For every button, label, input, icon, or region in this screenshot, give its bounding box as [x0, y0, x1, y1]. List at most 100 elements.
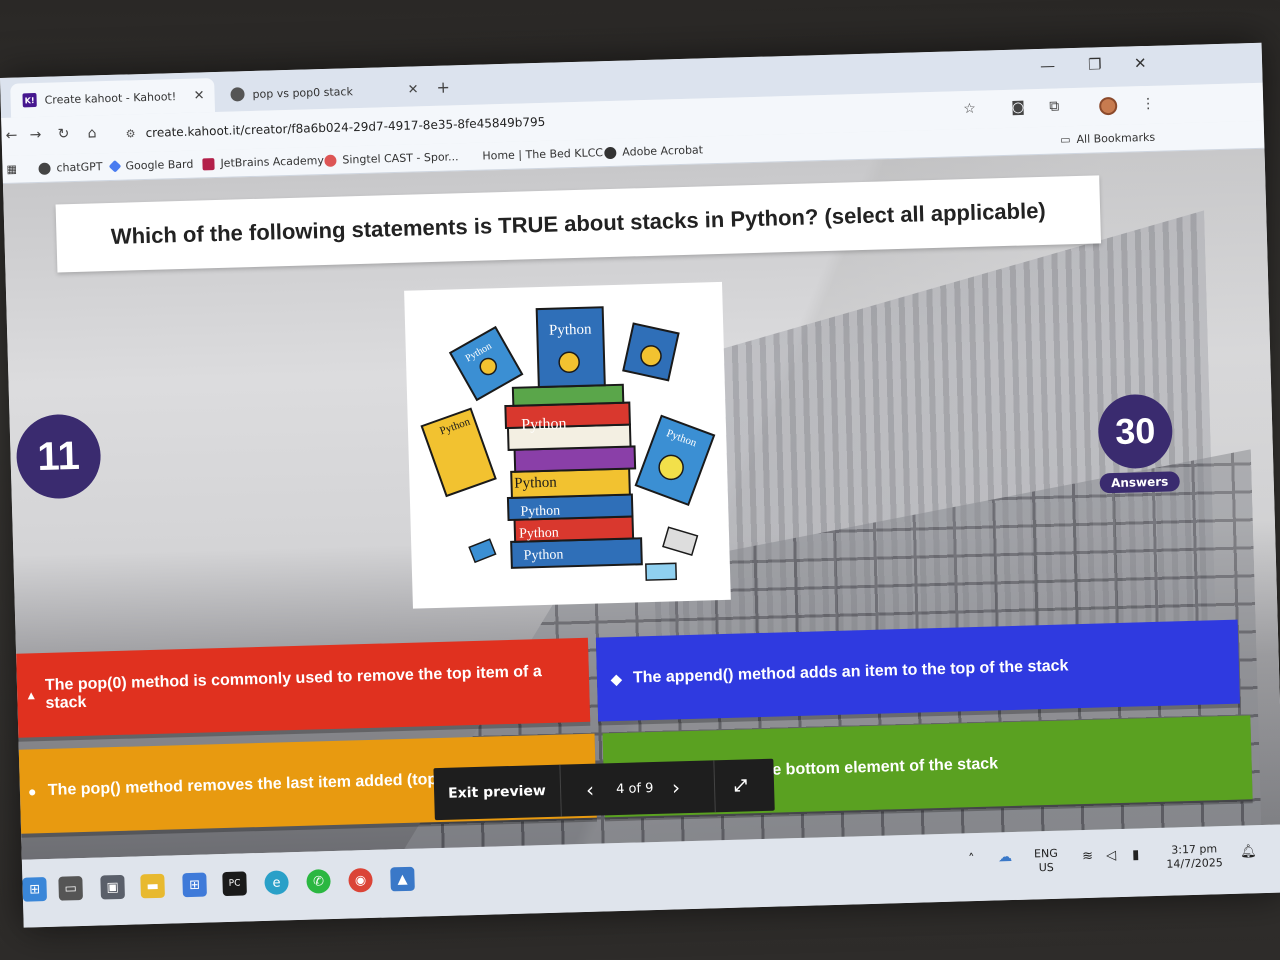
puzzle-icon[interactable]: ⧉ [1049, 98, 1059, 114]
jetbrains-icon [202, 157, 215, 170]
forward-icon[interactable]: → [29, 127, 41, 143]
fullscreen-icon[interactable]: ⤢ [734, 775, 747, 795]
region-text: US [1038, 860, 1055, 875]
battery-icon[interactable]: ▮ [1132, 847, 1140, 862]
tab-close-icon[interactable]: ✕ [407, 82, 418, 97]
url-text: create.kahoot.it/creator/f8a6b024-29d7-4… [145, 114, 546, 140]
lang-text: ENG [1033, 846, 1058, 861]
chatgpt-icon [38, 162, 51, 175]
answer-text: The append() method adds an item to the … [632, 657, 1069, 687]
kahoot-favicon-icon: K! [22, 92, 37, 108]
tray-expand-icon[interactable]: ˄ [968, 852, 975, 867]
book-label: Python [519, 526, 559, 542]
book-standing [535, 306, 606, 389]
new-tab-icon[interactable]: + [436, 77, 450, 96]
kahoot-preview-area: Which of the following statements is TRU… [2, 148, 1280, 860]
bookmark-label: JetBrains Academy [220, 153, 325, 170]
calculator-icon [662, 526, 699, 556]
bookmark-star-icon[interactable]: ☆ [963, 101, 976, 117]
ms-store-icon[interactable]: ⊞ [182, 872, 207, 898]
wifi-icon[interactable]: ≋ [1082, 849, 1093, 864]
extension-icon[interactable]: ◙ [1011, 99, 1025, 115]
store-icon[interactable]: ▣ [100, 874, 125, 900]
bookmark-label: chatGPT [56, 160, 103, 175]
bookmark-chatgpt[interactable]: chatGPT [38, 160, 103, 175]
pycharm-icon[interactable]: PC [222, 871, 247, 897]
question-title: Which of the following statements is TRU… [55, 175, 1102, 273]
book-label: Python [549, 322, 592, 339]
bookmark-label: Adobe Acrobat [622, 143, 704, 159]
book-label: Python [523, 547, 563, 563]
bookmark-google-bard[interactable]: Google Bard [108, 157, 194, 173]
slide-counter: 4 of 9 [615, 780, 654, 797]
bookmark-label: Google Bard [125, 157, 194, 173]
volume-icon[interactable]: ◁ [1106, 848, 1116, 863]
whatsapp-icon[interactable]: ✆ [306, 869, 331, 894]
circle-icon: ● [27, 783, 37, 800]
question-image: Python Python Python Python Python Pytho… [404, 281, 731, 609]
python-books-illustration: Python Python Python Python Python Pytho… [420, 306, 716, 581]
language-indicator[interactable]: ENG US [1034, 847, 1058, 876]
smiley-face-icon [658, 454, 684, 481]
restore-icon[interactable]: ❐ [1088, 55, 1102, 73]
book-label: Python [514, 475, 557, 492]
book [511, 383, 625, 407]
tab-close-icon[interactable]: ✕ [193, 88, 204, 103]
app-icon[interactable]: ▲ [390, 866, 415, 892]
diamond-icon: ◆ [610, 670, 623, 688]
apps-icon[interactable]: ▦ [6, 163, 17, 176]
folder-icon: ▭ [1059, 133, 1071, 147]
python-logo-icon [558, 351, 580, 373]
scattered-card [645, 562, 678, 581]
countdown-timer: 11 [15, 413, 102, 500]
clock[interactable]: 3:17 pm 14/7/2025 [1166, 842, 1223, 872]
exit-preview-button[interactable]: Exit preview [448, 783, 546, 802]
tab-create-kahoot[interactable]: K! Create kahoot - Kahoot! ✕ [10, 78, 216, 118]
adobe-icon [604, 146, 617, 159]
home-icon[interactable]: ⌂ [87, 125, 96, 141]
onedrive-icon[interactable]: ☁ [998, 849, 1012, 865]
chrome-icon[interactable]: ◉ [348, 867, 373, 893]
book-label: Python [520, 504, 560, 520]
tab-label: pop vs pop0 stack [252, 84, 354, 101]
bard-sparkle-icon [108, 159, 122, 173]
bookmark-label: Singtel CAST - Spor... [342, 150, 459, 167]
close-window-icon[interactable]: ✕ [1134, 54, 1147, 72]
site-info-icon[interactable]: ⚙ [125, 127, 135, 140]
prev-slide-icon[interactable]: ‹ [586, 778, 595, 802]
back-icon[interactable]: ← [5, 128, 17, 144]
reload-icon[interactable]: ↻ [57, 126, 69, 142]
minimize-icon[interactable]: — [1040, 57, 1055, 75]
date-text: 14/7/2025 [1166, 856, 1223, 871]
singtel-icon [324, 154, 337, 167]
bookmark-adobe[interactable]: Adobe Acrobat [604, 143, 703, 159]
bookmark-label: Home | The Bed KLCC [482, 146, 604, 163]
bookmark-singtel[interactable]: Singtel CAST - Spor... [324, 150, 459, 167]
bookmark-the-bed[interactable]: Home | The Bed KLCC [482, 146, 603, 162]
divider [559, 764, 562, 817]
book-label: Python [521, 415, 567, 433]
next-slide-icon[interactable]: › [672, 775, 681, 799]
file-explorer-icon[interactable]: ▬ [140, 873, 165, 899]
task-view-icon[interactable]: ▭ [58, 876, 83, 901]
start-icon[interactable]: ⊞ [22, 877, 47, 902]
preview-controls: Exit preview ‹ 4 of 9 › ⤢ [433, 758, 775, 821]
answers-label: Answers [1099, 471, 1180, 494]
scattered-card [468, 538, 497, 564]
chatgpt-favicon-icon [230, 87, 245, 102]
bookmark-jetbrains[interactable]: JetBrains Academy [202, 154, 324, 170]
all-bookmarks[interactable]: ▭ All Bookmarks [1060, 131, 1155, 147]
answer-text: The pop(0) method is commonly used to re… [44, 663, 542, 712]
answer-option-red[interactable]: ▲ The pop(0) method is commonly used to … [16, 637, 591, 738]
menu-dots-icon[interactable]: ⋮ [1141, 96, 1155, 112]
python-logo-icon [640, 345, 662, 367]
triangle-icon: ▲ [25, 688, 38, 703]
edge-icon[interactable]: e [264, 870, 289, 895]
divider [713, 760, 716, 813]
monitor-screen: K! Create kahoot - Kahoot! ✕ pop vs pop0… [0, 42, 1280, 928]
tab-label: Create kahoot - Kahoot! [44, 89, 177, 107]
notification-icon[interactable]: 🔔︎ [1240, 844, 1257, 859]
all-bookmarks-label: All Bookmarks [1076, 130, 1156, 146]
answer-option-blue[interactable]: ◆ The append() method adds an item to th… [595, 619, 1240, 722]
photo-backdrop: K! Create kahoot - Kahoot! ✕ pop vs pop0… [0, 0, 1280, 960]
